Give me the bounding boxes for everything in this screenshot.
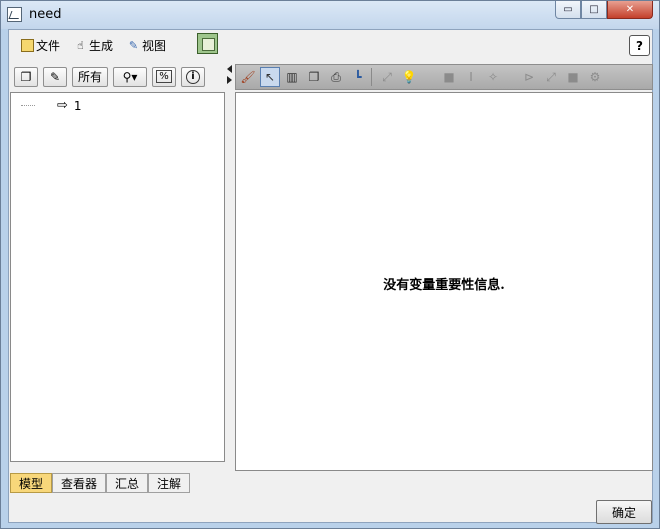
- edit-button[interactable]: ✎: [43, 66, 67, 87]
- pencil-icon: ✎: [49, 69, 61, 84]
- tree-item[interactable]: ⇨ 1: [21, 98, 82, 113]
- minimize-button[interactable]: ▭: [555, 1, 581, 19]
- node-icon[interactable]: ⊳: [519, 67, 539, 87]
- menu-view[interactable]: ✎ 视图: [125, 35, 168, 56]
- close-icon: ✕: [625, 4, 635, 15]
- chart-icon[interactable]: ▥: [282, 67, 302, 87]
- ok-button-label: 确定: [611, 505, 636, 520]
- generate-model-button[interactable]: [197, 33, 218, 54]
- panel-splitter[interactable]: [227, 63, 233, 87]
- minimize-icon: ▭: [563, 4, 573, 15]
- ok-button[interactable]: 确定: [596, 500, 652, 524]
- pointer-icon[interactable]: ↖: [260, 67, 280, 87]
- app-icon: [7, 7, 22, 22]
- tree-panel: ⇨ 1: [10, 92, 225, 462]
- print-icon[interactable]: ⎙: [326, 67, 346, 87]
- tab-model[interactable]: 模型: [10, 473, 53, 493]
- menu-file[interactable]: 文件: [19, 35, 62, 56]
- left-toolbar: ❐ ✎ 所有 ⚲▾ % i: [9, 63, 227, 90]
- arrow-right-icon: ⇨: [57, 98, 68, 113]
- tab-viewer[interactable]: 查看器: [52, 473, 107, 493]
- app-window: need ▭ □ ✕ 文件 ☝ 生成 ✎ 视图 ? ❐ ✎ 所有 ⚲▾ % i …: [0, 0, 660, 529]
- percent-button[interactable]: %: [152, 66, 176, 87]
- pin-icon: ⚲▾: [122, 69, 138, 84]
- help-icon: ?: [636, 38, 643, 53]
- menu-generate-label: 生成: [89, 38, 114, 53]
- tree-item-label: 1: [73, 98, 82, 113]
- window-controls: ▭ □ ✕: [555, 1, 653, 21]
- magic-wand-icon[interactable]: ✧: [483, 67, 503, 87]
- bulb-icon[interactable]: 💡: [399, 67, 419, 87]
- right-toolbar: 🖌 ↖ ▥ ❐ ⎙ ┗ ⤢ 💡 ■ I ✧ ⊳ ⤢ ■ ⚙: [235, 64, 653, 90]
- brush-icon: ✎: [128, 38, 139, 52]
- tab-summary[interactable]: 汇总: [106, 473, 149, 493]
- text-cursor-icon[interactable]: I: [461, 67, 481, 87]
- copy-icon: ❐: [20, 69, 32, 84]
- link-icon[interactable]: ⤢: [377, 67, 397, 87]
- copy-chart-icon[interactable]: ❐: [304, 67, 324, 87]
- menu-generate[interactable]: ☝ 生成: [72, 35, 115, 56]
- file-icon: [21, 38, 34, 52]
- toolbar-separator: [371, 68, 372, 86]
- content-panel: 没有变量重要性信息.: [235, 92, 653, 471]
- client-area: 文件 ☝ 生成 ✎ 视图 ? ❐ ✎ 所有 ⚲▾ % i ⇨ 1 🖌 ↖ ▥ ❐…: [8, 29, 653, 524]
- tree-connector: [21, 105, 35, 106]
- menu-view-label: 视图: [142, 38, 167, 53]
- show-all-button[interactable]: 所有: [72, 66, 108, 87]
- block-icon[interactable]: ■: [563, 67, 583, 87]
- percent-icon: %: [156, 70, 172, 83]
- tab-annotation[interactable]: 注解: [148, 473, 191, 493]
- maximize-icon: □: [589, 4, 599, 15]
- no-importance-message: 没有变量重要性信息.: [383, 278, 505, 293]
- close-button[interactable]: ✕: [607, 1, 653, 19]
- maximize-button[interactable]: □: [581, 1, 607, 19]
- menu-bar: 文件 ☝ 生成 ✎ 视图 ?: [9, 30, 652, 60]
- menu-file-label: 文件: [36, 38, 61, 53]
- square-icon[interactable]: ■: [439, 67, 459, 87]
- info-button[interactable]: i: [181, 66, 205, 87]
- copy-button[interactable]: ❐: [14, 66, 38, 87]
- axis-icon[interactable]: ┗: [348, 67, 368, 87]
- title-bar: need ▭ □ ✕: [1, 1, 659, 29]
- bottom-tabs: 模型 查看器 汇总 注解: [10, 473, 191, 493]
- paintbrush-icon[interactable]: 🖌: [238, 67, 258, 87]
- resize-icon[interactable]: ⤢: [541, 67, 561, 87]
- pin-dropdown-button[interactable]: ⚲▾: [113, 66, 147, 87]
- info-icon: i: [186, 69, 200, 84]
- help-button[interactable]: ?: [629, 35, 650, 56]
- gear-icon[interactable]: ⚙: [585, 67, 605, 87]
- hand-icon: ☝: [77, 38, 84, 52]
- window-title: need: [29, 7, 62, 22]
- show-all-label: 所有: [77, 70, 102, 84]
